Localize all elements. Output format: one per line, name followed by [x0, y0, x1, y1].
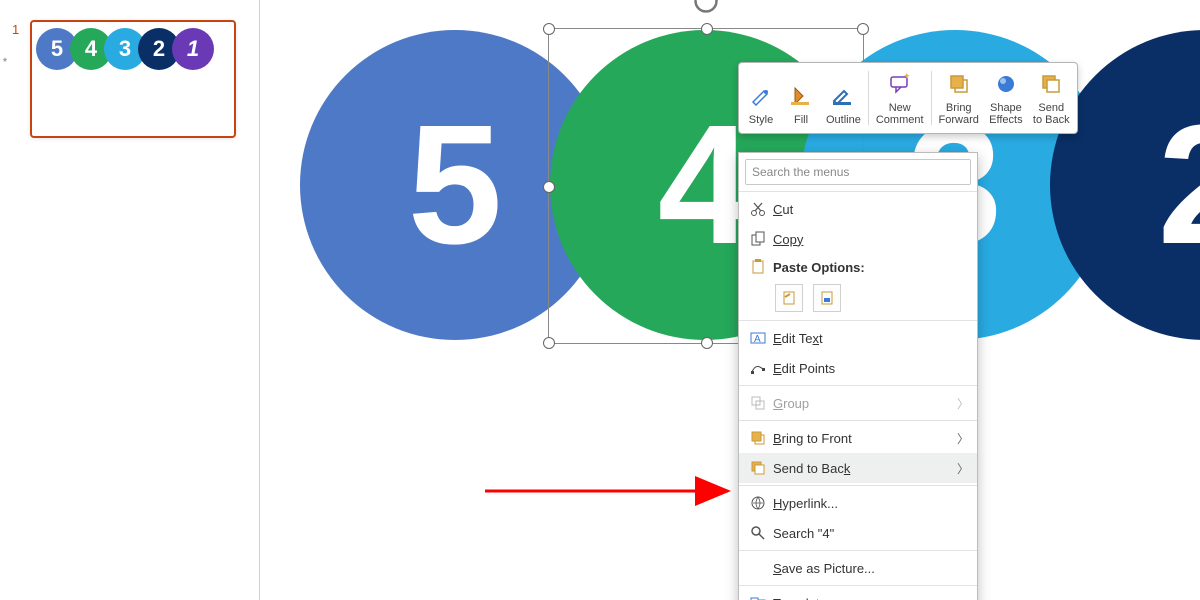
menu-group: Group 〉	[739, 388, 977, 418]
menu-search-placeholder: Search the menus	[752, 165, 849, 179]
menu-edit-text[interactable]: A Edit Text	[739, 323, 977, 353]
outline-icon	[831, 80, 855, 110]
bring-forward-button[interactable]: Bring Forward	[934, 65, 984, 131]
new-comment-icon: ✦	[888, 70, 912, 98]
submenu-arrow-icon: 〉	[957, 460, 969, 477]
submenu-arrow-icon: 〉	[957, 430, 969, 447]
mini-toolbar-separator	[868, 71, 869, 125]
cut-icon	[747, 201, 769, 217]
menu-translate[interactable]: a字 Translate	[739, 588, 977, 600]
menu-cut[interactable]: Cut	[739, 194, 977, 224]
mini-toolbar-separator-2	[931, 71, 932, 125]
slide-canvas-area[interactable]: 5 4 3 2	[260, 0, 1200, 600]
menu-hyperlink[interactable]: Hyperlink...	[739, 488, 977, 518]
outline-button[interactable]: Outline	[821, 65, 866, 131]
translate-icon: a字	[747, 595, 769, 600]
send-to-back-button[interactable]: Send to Back	[1028, 65, 1075, 131]
send-to-back-icon	[1040, 70, 1062, 98]
slide-thumbnail-1[interactable]: 5 4 3 2 1	[30, 20, 236, 138]
menu-search-4[interactable]: Search "4"	[739, 518, 977, 548]
menu-separator	[739, 485, 977, 486]
shape-effects-button[interactable]: Shape Effects	[984, 65, 1028, 131]
menu-send-to-back[interactable]: Send to Back 〉	[739, 453, 977, 483]
menu-copy[interactable]: Copy	[739, 224, 977, 254]
menu-save-as-picture[interactable]: Save as Picture...	[739, 553, 977, 583]
handle-s[interactable]	[701, 337, 713, 349]
bring-to-front-icon	[747, 430, 769, 446]
svg-text:A: A	[754, 334, 761, 345]
app-root: 1 * 5 4 3 2 1 5 4 3 2	[0, 0, 1200, 600]
thumbnail-pane[interactable]: 1 * 5 4 3 2 1	[0, 0, 260, 600]
menu-separator	[739, 420, 977, 421]
menu-paste-options: Paste Options:	[739, 254, 977, 280]
thumbnail-slot-1: 1 * 5 4 3 2 1	[12, 20, 247, 138]
shape-effects-icon	[995, 70, 1017, 98]
fill-button[interactable]: Fill	[781, 65, 821, 131]
fill-icon	[789, 80, 813, 110]
menu-separator	[739, 320, 977, 321]
svg-text:✦: ✦	[903, 73, 911, 81]
handle-nw[interactable]	[543, 23, 555, 35]
context-menu: Search the menus Cut Copy Paste Optio	[738, 152, 978, 600]
paste-keep-source-button[interactable]	[775, 284, 803, 312]
annotation-arrow	[480, 476, 740, 506]
copy-icon	[747, 231, 769, 247]
handle-sw[interactable]	[543, 337, 555, 349]
send-to-back-menu-icon	[747, 460, 769, 476]
menu-separator	[739, 191, 977, 192]
paste-picture-button[interactable]	[813, 284, 841, 312]
menu-bring-to-front[interactable]: Bring to Front 〉	[739, 423, 977, 453]
menu-separator	[739, 585, 977, 586]
menu-separator	[739, 550, 977, 551]
new-comment-button[interactable]: ✦ New Comment	[871, 65, 929, 131]
style-icon	[750, 80, 772, 110]
handle-n[interactable]	[701, 23, 713, 35]
thumb-circle-1: 1	[172, 28, 214, 70]
paste-icon	[747, 259, 769, 275]
menu-separator	[739, 385, 977, 386]
hyperlink-icon	[747, 495, 769, 511]
submenu-arrow-icon: 〉	[957, 395, 969, 412]
menu-edit-points[interactable]: Edit Points	[739, 353, 977, 383]
search-icon	[747, 525, 769, 541]
group-icon	[747, 395, 769, 411]
edit-text-icon: A	[747, 330, 769, 346]
edit-points-icon	[747, 360, 769, 376]
handle-w[interactable]	[543, 181, 555, 193]
menu-search[interactable]: Search the menus	[745, 159, 971, 185]
style-button[interactable]: Style	[741, 65, 781, 131]
slide-number: 1	[12, 20, 30, 37]
transition-star-icon: *	[3, 55, 8, 69]
mini-toolbar: Style Fill Outline ✦ New Comment	[738, 62, 1078, 134]
handle-ne[interactable]	[857, 23, 869, 35]
bring-forward-icon	[948, 70, 970, 98]
rotate-handle-icon[interactable]	[692, 0, 720, 15]
paste-options-strip	[739, 280, 977, 318]
